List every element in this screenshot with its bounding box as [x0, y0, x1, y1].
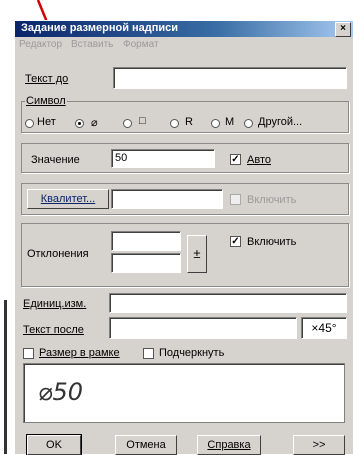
radio-radius-label: R: [185, 116, 193, 128]
deviations-enable-checkbox[interactable]: ✓: [230, 236, 241, 247]
title-bar[interactable]: Задание размерной надписи ×: [15, 21, 353, 37]
auto-checkbox[interactable]: ✓: [230, 154, 241, 165]
text-before-input[interactable]: [113, 67, 347, 89]
plus-minus-button[interactable]: ±: [187, 235, 207, 273]
radio-diameter[interactable]: [75, 119, 84, 128]
unit-input[interactable]: [109, 293, 347, 313]
value-label: Значение: [31, 154, 80, 166]
value-input[interactable]: 50: [111, 149, 215, 168]
left-edge-bar: [4, 300, 7, 454]
window-title: Задание размерной надписи: [21, 22, 179, 34]
underline-label: Подчеркнуть: [159, 347, 225, 359]
help-button[interactable]: Справка: [197, 435, 261, 455]
radio-diameter-label: ⌀: [91, 117, 98, 129]
qualitet-input[interactable]: [111, 189, 223, 209]
deviations-enable-label: Включить: [247, 236, 297, 248]
underline-checkbox[interactable]: [143, 348, 154, 359]
framed-label: Размер в рамке: [39, 347, 120, 359]
radio-square[interactable]: [123, 119, 132, 128]
radio-none[interactable]: [25, 119, 34, 128]
preview-text: ⌀50: [38, 378, 83, 406]
qualitet-enable-checkbox[interactable]: [230, 194, 241, 205]
text-after-label: Текст после: [23, 324, 84, 336]
menu-insert[interactable]: Вставить: [71, 39, 113, 50]
radio-metric[interactable]: [211, 119, 220, 128]
cancel-button[interactable]: Отмена: [115, 435, 177, 455]
deviation-lower-input[interactable]: [111, 253, 181, 273]
ok-button[interactable]: OK: [26, 434, 82, 455]
dimension-text-dialog: Задание размерной надписи × Редактор Вст…: [14, 20, 353, 455]
multiply-45-button[interactable]: ×45°: [301, 317, 347, 339]
preview-area: ⌀50: [23, 363, 345, 423]
menu-bar: Редактор Вставить Формат: [15, 37, 353, 51]
symbol-label: Символ: [25, 95, 67, 107]
text-after-input[interactable]: [109, 317, 297, 339]
radio-other[interactable]: [244, 119, 253, 128]
auto-label: Авто: [247, 154, 271, 166]
radio-none-label: Нет: [37, 116, 56, 128]
deviation-upper-input[interactable]: [111, 231, 181, 251]
unit-label: Единиц.изм.: [23, 298, 87, 310]
menu-edit[interactable]: Редактор: [19, 39, 62, 50]
radio-square-label: □: [139, 115, 146, 127]
close-icon[interactable]: ×: [335, 22, 351, 37]
radio-other-label: Другой...: [258, 116, 303, 128]
radio-metric-label: M: [225, 116, 235, 128]
more-button[interactable]: >>: [293, 435, 345, 455]
radio-radius[interactable]: [170, 119, 179, 128]
menu-format[interactable]: Формат: [123, 39, 159, 50]
qualitet-enable-label: Включить: [247, 194, 297, 206]
framed-checkbox[interactable]: [23, 348, 34, 359]
deviations-label: Отклонения: [27, 248, 89, 260]
text-before-label: Текст до: [25, 73, 69, 85]
qualitet-button[interactable]: Квалитет...: [27, 189, 109, 209]
